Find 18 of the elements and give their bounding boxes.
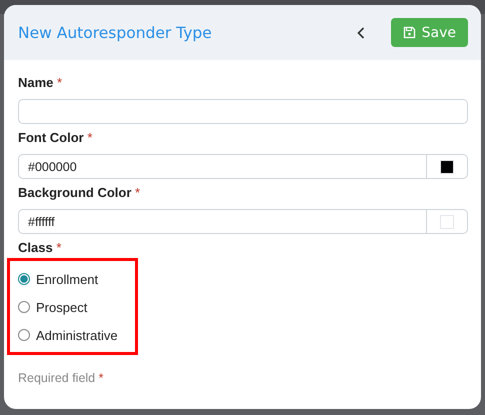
radio-label[interactable]: Enrollment [36, 272, 98, 286]
field-label: Background Color * [18, 185, 142, 200]
text-input-field[interactable] [18, 99, 468, 124]
radio-button[interactable] [18, 329, 30, 341]
dialog-title: New Autoresponder Type [18, 24, 213, 42]
color-picker-button[interactable] [427, 209, 468, 234]
color-input-field[interactable]: #ffffff [18, 209, 427, 234]
color-input-field[interactable]: #000000 [18, 154, 427, 179]
radio-label[interactable]: Administrative [36, 328, 118, 342]
color-picker-button[interactable] [427, 154, 468, 179]
radio-button[interactable] [18, 301, 30, 313]
field-label: Class * [18, 240, 62, 255]
chevron-left-icon [356, 26, 365, 38]
radio-button[interactable] [18, 273, 30, 285]
radio-label[interactable]: Prospect [36, 300, 88, 314]
field-label: Name * [18, 75, 64, 90]
field-label: Font Color * [18, 130, 94, 145]
required-field-note: Required field * [18, 371, 104, 385]
